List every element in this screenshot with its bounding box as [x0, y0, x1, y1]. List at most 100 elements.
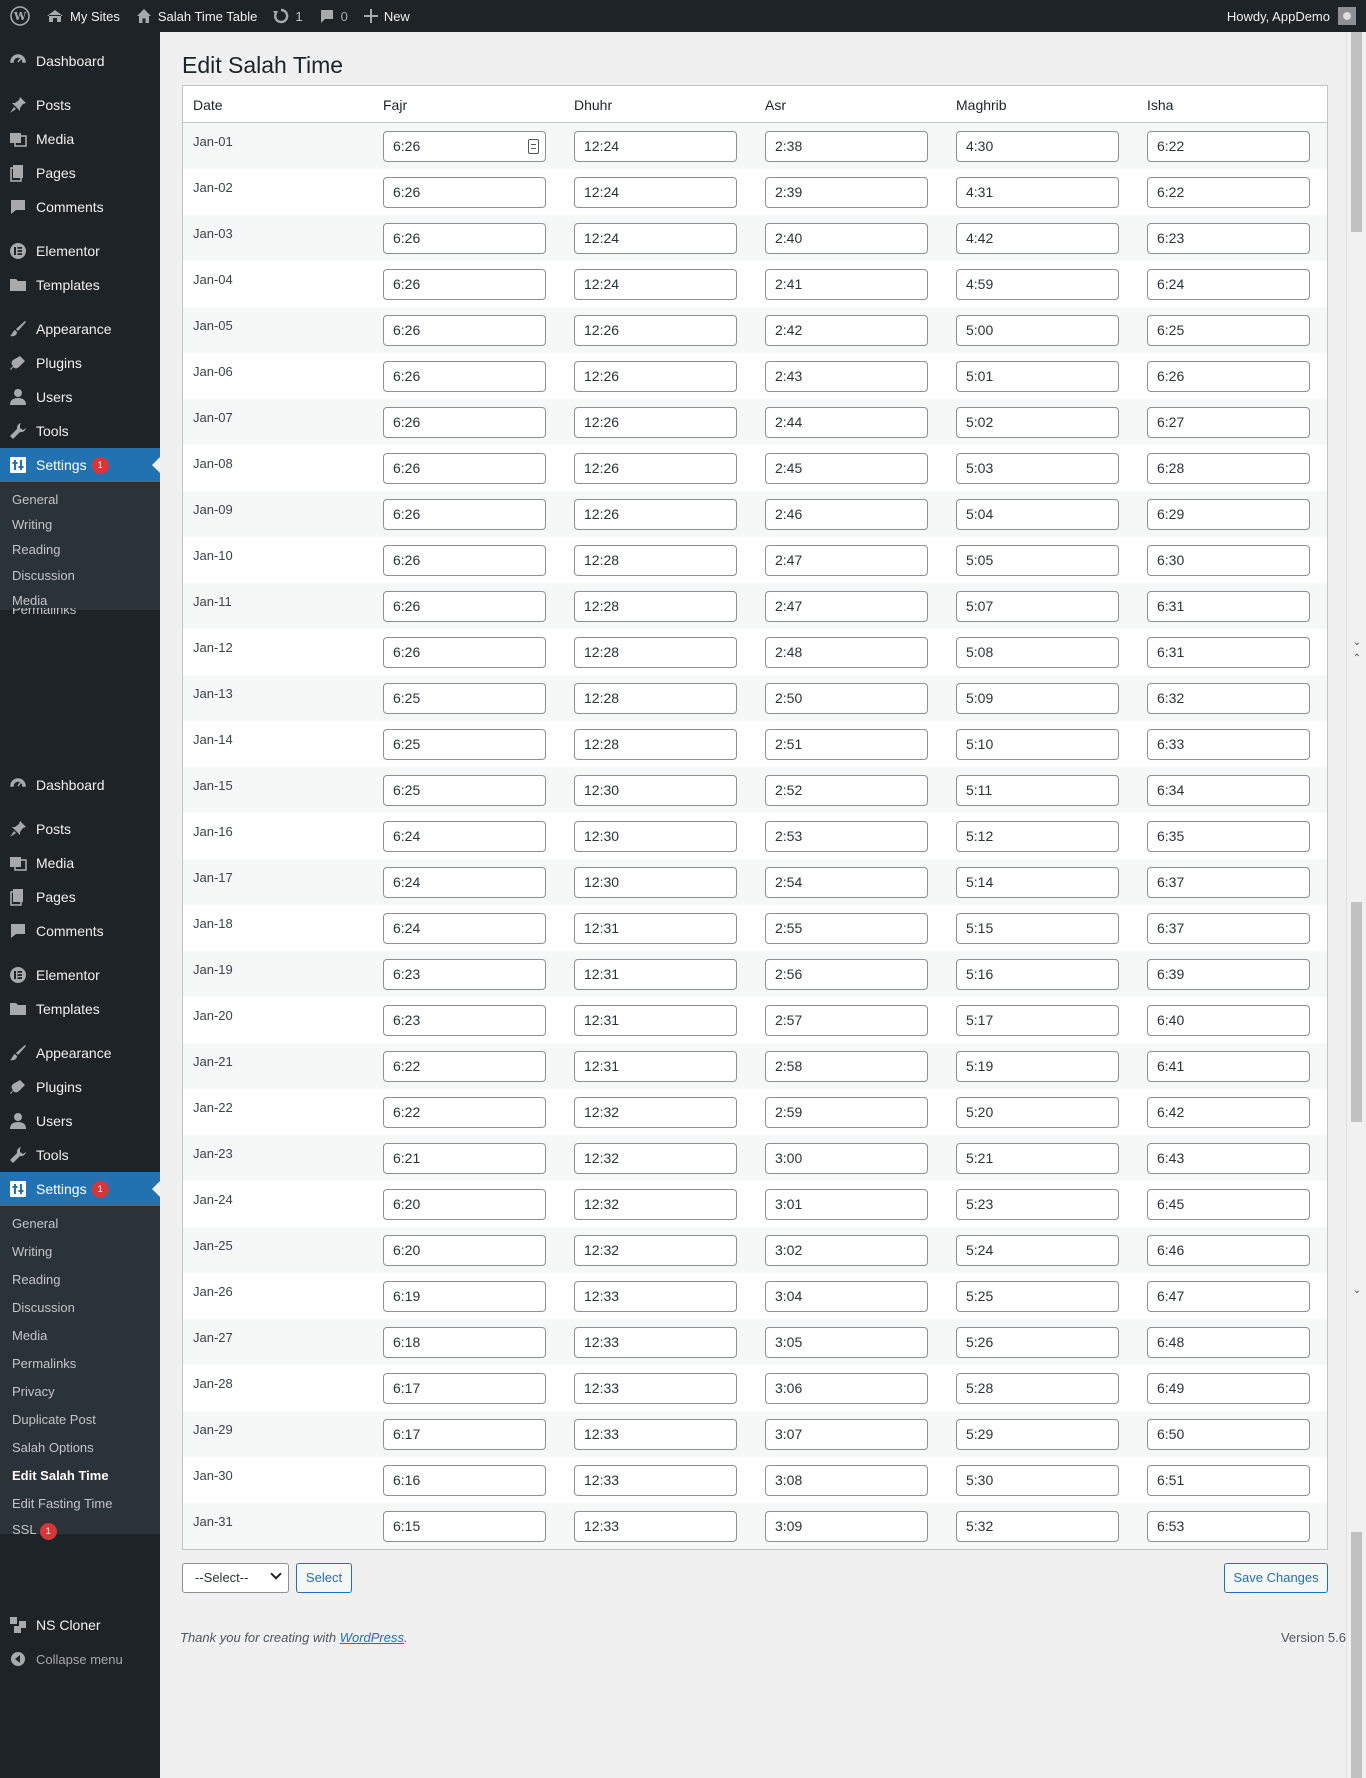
dhuhr-time-input[interactable]: 12:24 [574, 269, 737, 300]
fajr-time-input[interactable]: 6:26 [383, 223, 546, 254]
asr-time-input[interactable]: 3:07 [765, 1419, 928, 1450]
submenu-duplicate-post[interactable]: Duplicate Post [12, 1410, 96, 1430]
scrollbar-thumb-bottom[interactable] [1351, 1532, 1362, 1778]
menu-posts[interactable]: Posts [0, 812, 160, 846]
submenu-media[interactable]: Media [12, 1326, 47, 1346]
maghrib-time-input[interactable]: 5:15 [956, 913, 1119, 944]
fajr-time-input[interactable]: 6:26 [383, 499, 546, 530]
maghrib-time-input[interactable]: 5:03 [956, 453, 1119, 484]
asr-time-input[interactable]: 2:56 [765, 959, 928, 990]
fajr-time-input[interactable]: 6:26 [383, 315, 546, 346]
asr-time-input[interactable]: 2:53 [765, 821, 928, 852]
maghrib-time-input[interactable]: 4:30 [956, 131, 1119, 162]
fajr-time-input[interactable]: 6:16 [383, 1465, 546, 1496]
isha-time-input[interactable]: 6:22 [1147, 177, 1310, 208]
asr-time-input[interactable]: 2:39 [765, 177, 928, 208]
menu-pages[interactable]: Pages [0, 156, 160, 190]
dhuhr-time-input[interactable]: 12:28 [574, 591, 737, 622]
isha-time-input[interactable]: 6:26 [1147, 361, 1310, 392]
asr-time-input[interactable]: 2:54 [765, 867, 928, 898]
maghrib-time-input[interactable]: 5:12 [956, 821, 1119, 852]
dhuhr-time-input[interactable]: 12:28 [574, 729, 737, 760]
dhuhr-time-input[interactable]: 12:28 [574, 683, 737, 714]
menu-templates[interactable]: Templates [0, 268, 160, 302]
dhuhr-time-input[interactable]: 12:24 [574, 177, 737, 208]
new-content-menu[interactable]: New [356, 0, 418, 32]
fajr-time-input[interactable]: 6:17 [383, 1419, 546, 1450]
fajr-time-input[interactable]: 6:26 [383, 453, 546, 484]
asr-time-input[interactable]: 2:58 [765, 1051, 928, 1082]
isha-time-input[interactable]: 6:41 [1147, 1051, 1310, 1082]
submenu-general[interactable]: General [12, 1214, 58, 1234]
isha-time-input[interactable]: 6:43 [1147, 1143, 1310, 1174]
dhuhr-time-input[interactable]: 12:33 [574, 1465, 737, 1496]
wordpress-logo-icon[interactable]: W [0, 0, 38, 32]
menu-settings[interactable]: Settings 1 [0, 1172, 160, 1206]
scroll-down-arrow-icon[interactable]: ⌄ [1352, 1286, 1362, 1296]
autofill-icon[interactable] [528, 139, 539, 154]
wordpress-link[interactable]: WordPress [340, 1630, 404, 1645]
fajr-time-input[interactable]: 6:26 [383, 131, 546, 162]
fajr-time-input[interactable]: 6:26 [383, 591, 546, 622]
fajr-time-input[interactable]: 6:24 [383, 913, 546, 944]
isha-time-input[interactable]: 6:53 [1147, 1511, 1310, 1542]
dhuhr-time-input[interactable]: 12:24 [574, 223, 737, 254]
isha-time-input[interactable]: 6:22 [1147, 131, 1310, 162]
maghrib-time-input[interactable]: 5:26 [956, 1327, 1119, 1358]
isha-time-input[interactable]: 6:45 [1147, 1189, 1310, 1220]
scrollbar-thumb-lower[interactable] [1351, 902, 1362, 1122]
dhuhr-time-input[interactable]: 12:33 [574, 1327, 737, 1358]
menu-comments[interactable]: Comments [0, 190, 160, 224]
dhuhr-time-input[interactable]: 12:26 [574, 315, 737, 346]
updates-menu[interactable]: 1 [265, 0, 310, 32]
submenu-discussion[interactable]: Discussion [12, 566, 75, 586]
bulk-select-dropdown[interactable]: --Select-- [182, 1563, 289, 1593]
maghrib-time-input[interactable]: 5:02 [956, 407, 1119, 438]
fajr-time-input[interactable]: 6:26 [383, 545, 546, 576]
fajr-time-input[interactable]: 6:26 [383, 269, 546, 300]
fajr-time-input[interactable]: 6:21 [383, 1143, 546, 1174]
menu-posts[interactable]: Posts [0, 88, 160, 122]
maghrib-time-input[interactable]: 5:16 [956, 959, 1119, 990]
maghrib-time-input[interactable]: 5:07 [956, 591, 1119, 622]
fajr-time-input[interactable]: 6:23 [383, 1005, 546, 1036]
isha-time-input[interactable]: 6:34 [1147, 775, 1310, 806]
isha-time-input[interactable]: 6:47 [1147, 1281, 1310, 1312]
dhuhr-time-input[interactable]: 12:31 [574, 959, 737, 990]
isha-time-input[interactable]: 6:25 [1147, 315, 1310, 346]
my-sites-menu[interactable]: My Sites [38, 0, 128, 32]
menu-ns-cloner[interactable]: NS Cloner [0, 1608, 160, 1642]
isha-time-input[interactable]: 6:39 [1147, 959, 1310, 990]
dhuhr-time-input[interactable]: 12:32 [574, 1097, 737, 1128]
dhuhr-time-input[interactable]: 12:33 [574, 1373, 737, 1404]
asr-time-input[interactable]: 3:02 [765, 1235, 928, 1266]
fajr-time-input[interactable]: 6:26 [383, 361, 546, 392]
asr-time-input[interactable]: 2:41 [765, 269, 928, 300]
menu-pages[interactable]: Pages [0, 880, 160, 914]
fajr-time-input[interactable]: 6:24 [383, 821, 546, 852]
menu-users[interactable]: Users [0, 1104, 160, 1138]
maghrib-time-input[interactable]: 5:30 [956, 1465, 1119, 1496]
isha-time-input[interactable]: 6:42 [1147, 1097, 1310, 1128]
dhuhr-time-input[interactable]: 12:30 [574, 821, 737, 852]
dhuhr-time-input[interactable]: 12:30 [574, 867, 737, 898]
fajr-time-input[interactable]: 6:20 [383, 1235, 546, 1266]
my-account-menu[interactable]: Howdy, AppDemo [1227, 0, 1366, 32]
menu-settings[interactable]: Settings 1 [0, 448, 160, 482]
fajr-time-input[interactable]: 6:25 [383, 729, 546, 760]
submenu-writing[interactable]: Writing [12, 1242, 52, 1262]
submenu-privacy[interactable]: Privacy [12, 1382, 55, 1402]
dhuhr-time-input[interactable]: 12:26 [574, 361, 737, 392]
menu-tools[interactable]: Tools [0, 1138, 160, 1172]
isha-time-input[interactable]: 6:49 [1147, 1373, 1310, 1404]
submenu-general[interactable]: General [12, 490, 58, 510]
submenu-edit-salah-time[interactable]: Edit Salah Time [12, 1466, 109, 1486]
fajr-time-input[interactable]: 6:18 [383, 1327, 546, 1358]
isha-time-input[interactable]: 6:35 [1147, 821, 1310, 852]
fajr-time-input[interactable]: 6:26 [383, 177, 546, 208]
select-button[interactable]: Select [296, 1563, 352, 1593]
asr-time-input[interactable]: 3:09 [765, 1511, 928, 1542]
menu-appearance[interactable]: Appearance [0, 1036, 160, 1070]
isha-time-input[interactable]: 6:32 [1147, 683, 1310, 714]
menu-tools[interactable]: Tools [0, 414, 160, 448]
